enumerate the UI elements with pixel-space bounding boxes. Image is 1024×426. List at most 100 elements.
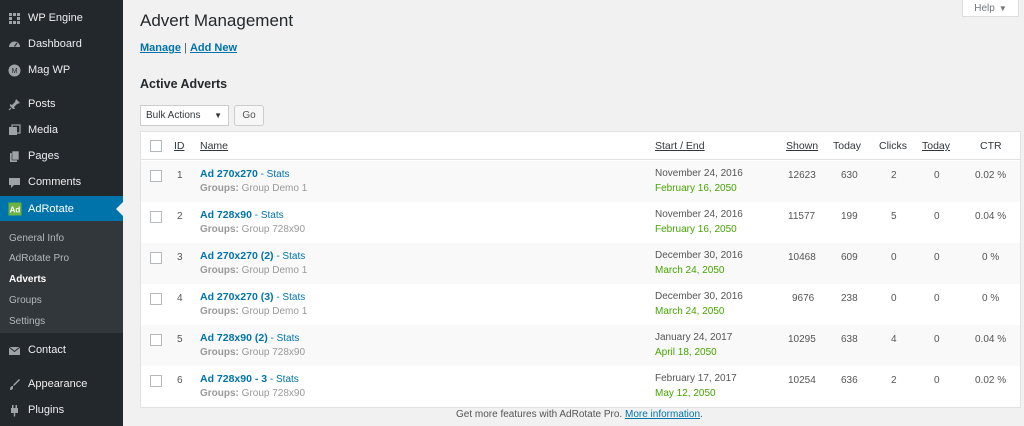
row-checkbox[interactable] — [150, 211, 162, 223]
ad-name-link[interactable]: Ad 728x90 (2) — [200, 332, 268, 344]
pages-icon — [7, 149, 22, 164]
start-date: February 17, 2017 — [655, 373, 737, 384]
ad-name-link[interactable]: Ad 728x90 - 3 — [200, 373, 267, 385]
col-clicks: Clicks — [879, 140, 907, 152]
submenu-settings[interactable]: Settings — [9, 316, 45, 327]
menu-dashboard[interactable]: Dashboard — [0, 31, 123, 57]
menu-posts[interactable]: Posts — [0, 91, 123, 117]
ctr-value: 0.02 % — [975, 170, 1007, 181]
clicks-count: 0 — [891, 252, 897, 263]
svg-text:Ad: Ad — [9, 206, 20, 215]
menu-label: AdRotate — [28, 203, 74, 215]
today-shown: 199 — [841, 211, 858, 222]
menu-wp-engine[interactable]: WP Engine — [0, 5, 123, 31]
end-date: March 24, 2050 — [655, 306, 725, 317]
mail-icon — [7, 343, 22, 358]
menu-mag-wp[interactable]: M Mag WP — [0, 57, 123, 83]
today-shown: 638 — [841, 334, 858, 345]
clicks-count: 0 — [891, 293, 897, 304]
clicks-count: 5 — [891, 211, 897, 222]
menu-label: Appearance — [28, 378, 88, 390]
menu-label: Contact — [28, 344, 66, 356]
ctr-value: 0 % — [982, 293, 1000, 304]
menu-pages[interactable]: Pages — [0, 143, 123, 169]
today-clicks: 0 — [934, 252, 940, 263]
stats-link[interactable]: - Stats — [255, 210, 284, 221]
col-id[interactable]: ID — [174, 140, 185, 152]
clicks-count: 2 — [891, 170, 897, 181]
ctr-value: 0 % — [982, 252, 1000, 263]
ad-name-link[interactable]: Ad 728x90 — [200, 209, 252, 221]
table-row: 3 Ad 270x270 (2) - Stats Groups: Group D… — [141, 243, 1020, 284]
help-button[interactable]: Help ▼ — [962, 0, 1019, 17]
stats-link[interactable]: - Stats — [276, 292, 305, 303]
start-date: November 24, 2016 — [655, 168, 743, 179]
footer-period: . — [700, 409, 703, 420]
menu-comments[interactable]: Comments — [0, 169, 123, 195]
menu-media[interactable]: Media — [0, 117, 123, 143]
group-name: Group 728x90 — [241, 347, 306, 358]
select-all-checkbox[interactable] — [150, 140, 162, 152]
col-today: Today — [833, 140, 862, 152]
table-row: 1 Ad 270x270 - Stats Groups: Group Demo … — [141, 161, 1020, 202]
ad-name-link[interactable]: Ad 270x270 — [200, 168, 258, 180]
ad-name-link[interactable]: Ad 270x270 (3) — [200, 291, 274, 303]
menu-adrotate[interactable]: Ad AdRotate — [0, 196, 123, 222]
table-row: 4 Ad 270x270 (3) - Stats Groups: Group D… — [141, 284, 1020, 325]
submenu-general-info[interactable]: General Info — [9, 233, 64, 244]
menu-label: Posts — [28, 98, 56, 110]
table-row: 2 Ad 728x90 - Stats Groups: Group 728x90… — [141, 202, 1020, 243]
col-start-end[interactable]: Start / End — [655, 140, 705, 152]
submenu-groups[interactable]: Groups — [9, 295, 42, 306]
stats-link[interactable]: - Stats — [261, 169, 290, 180]
today-shown: 630 — [841, 170, 858, 181]
clicks-count: 2 — [891, 375, 897, 386]
plugins-icon — [7, 403, 22, 418]
menu-contact[interactable]: Contact — [0, 337, 123, 363]
subnav-separator: | — [180, 42, 190, 54]
groups-label: Groups: — [200, 224, 239, 235]
start-date: January 24, 2017 — [655, 332, 733, 343]
col-shown[interactable]: Shown — [786, 140, 818, 152]
stats-link[interactable]: - Stats — [270, 333, 299, 344]
ad-name-link[interactable]: Ad 270x270 (2) — [200, 250, 274, 262]
menu-label: Plugins — [28, 404, 65, 416]
group-name: Group 728x90 — [241, 224, 306, 235]
menu-label: Pages — [28, 150, 60, 162]
menu-plugins[interactable]: Plugins — [0, 397, 123, 423]
menu-label: Dashboard — [28, 38, 82, 50]
bulk-actions-select[interactable]: Bulk Actions ▼ — [140, 105, 229, 126]
start-date: December 30, 2016 — [655, 250, 743, 261]
stats-link[interactable]: - Stats — [270, 374, 299, 385]
menu-label: Mag WP — [28, 64, 71, 76]
col-name[interactable]: Name — [200, 140, 228, 152]
start-date: November 24, 2016 — [655, 209, 743, 220]
stats-link[interactable]: - Stats — [276, 251, 305, 262]
table-row: 6 Ad 728x90 - 3 - Stats Groups: Group 72… — [141, 366, 1020, 407]
row-checkbox[interactable] — [150, 375, 162, 387]
add-new-link[interactable]: Add New — [190, 42, 237, 54]
svg-text:M: M — [12, 68, 18, 75]
today-clicks: 0 — [934, 211, 940, 222]
caret-down-icon: ▼ — [998, 3, 1007, 13]
page-title: Advert Management — [140, 11, 294, 30]
go-button[interactable]: Go — [234, 105, 264, 126]
row-checkbox[interactable] — [150, 170, 162, 182]
manage-link[interactable]: Manage — [140, 42, 181, 54]
row-checkbox[interactable] — [150, 252, 162, 264]
shown-count: 10295 — [788, 334, 816, 345]
submenu-adverts[interactable]: Adverts — [9, 274, 46, 285]
ad-id: 2 — [177, 211, 183, 222]
row-checkbox[interactable] — [150, 334, 162, 346]
more-information-link[interactable]: More information — [625, 409, 700, 420]
today-clicks: 0 — [934, 293, 940, 304]
section-title: Active Adverts — [140, 77, 228, 91]
submenu-adrotate-pro[interactable]: AdRotate Pro — [9, 253, 69, 264]
today-shown: 609 — [841, 252, 858, 263]
table-row: 5 Ad 728x90 (2) - Stats Groups: Group 72… — [141, 325, 1020, 366]
row-checkbox[interactable] — [150, 293, 162, 305]
col-today-clicks[interactable]: Today — [922, 140, 950, 152]
menu-appearance[interactable]: Appearance — [0, 371, 123, 397]
footer-note: Get more features with AdRotate Pro. Mor… — [456, 409, 703, 420]
magwp-icon: M — [7, 63, 22, 78]
